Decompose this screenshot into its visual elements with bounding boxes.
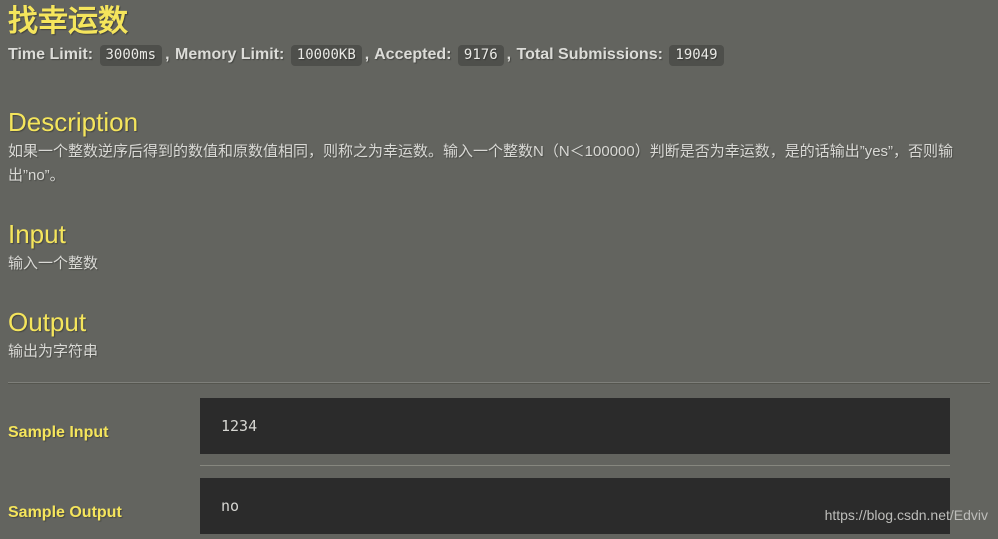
meta-comma-3: , bbox=[506, 46, 512, 63]
input-text: 输入一个整数 bbox=[8, 255, 99, 272]
output-text: 输出为字符串 bbox=[8, 343, 99, 360]
total-submissions-label: Total Submissions: bbox=[516, 46, 663, 63]
accepted-label: Accepted: bbox=[374, 46, 452, 63]
meta-comma-1: , bbox=[165, 46, 170, 63]
samples-top-divider bbox=[8, 382, 990, 384]
memory-limit-value: 10000KB bbox=[290, 45, 362, 66]
sample-input-box[interactable]: 1234 bbox=[200, 398, 950, 454]
description-heading: Description bbox=[8, 107, 139, 137]
input-heading: Input bbox=[8, 219, 66, 249]
total-submissions-value: 19049 bbox=[669, 45, 724, 66]
memory-limit-label: Memory Limit: bbox=[174, 46, 285, 63]
sample-input-row: Sample Input 1234 bbox=[8, 398, 990, 478]
samples-inner-divider bbox=[200, 465, 950, 466]
sample-output-box-wrap: no bbox=[200, 478, 990, 534]
page-title: 找幸运数 bbox=[8, 5, 128, 38]
sample-output-label: Sample Output bbox=[8, 504, 122, 521]
problem-page: 找幸运数 Time Limit: 3000ms, Memory Limit: 1… bbox=[0, 2, 998, 534]
time-limit-value: 3000ms bbox=[99, 45, 163, 66]
accepted-value: 9176 bbox=[457, 45, 504, 66]
sample-output-row: Sample Output no bbox=[8, 478, 990, 534]
time-limit-label: Time Limit: bbox=[8, 46, 94, 63]
problem-meta-line: Time Limit: 3000ms, Memory Limit: 10000K… bbox=[8, 44, 990, 66]
sample-input-box-wrap: 1234 bbox=[200, 398, 990, 478]
watermark: https://blog.csdn.net/Edviv bbox=[824, 507, 988, 523]
meta-comma-2: , bbox=[364, 46, 370, 63]
description-text: 如果一个整数逆序后得到的数值和原数值相同，则称之为幸运数。输入一个整数N（N＜1… bbox=[8, 143, 954, 184]
sample-input-label: Sample Input bbox=[8, 424, 109, 441]
sample-output-box[interactable]: no bbox=[200, 478, 950, 534]
output-heading: Output bbox=[8, 307, 87, 337]
